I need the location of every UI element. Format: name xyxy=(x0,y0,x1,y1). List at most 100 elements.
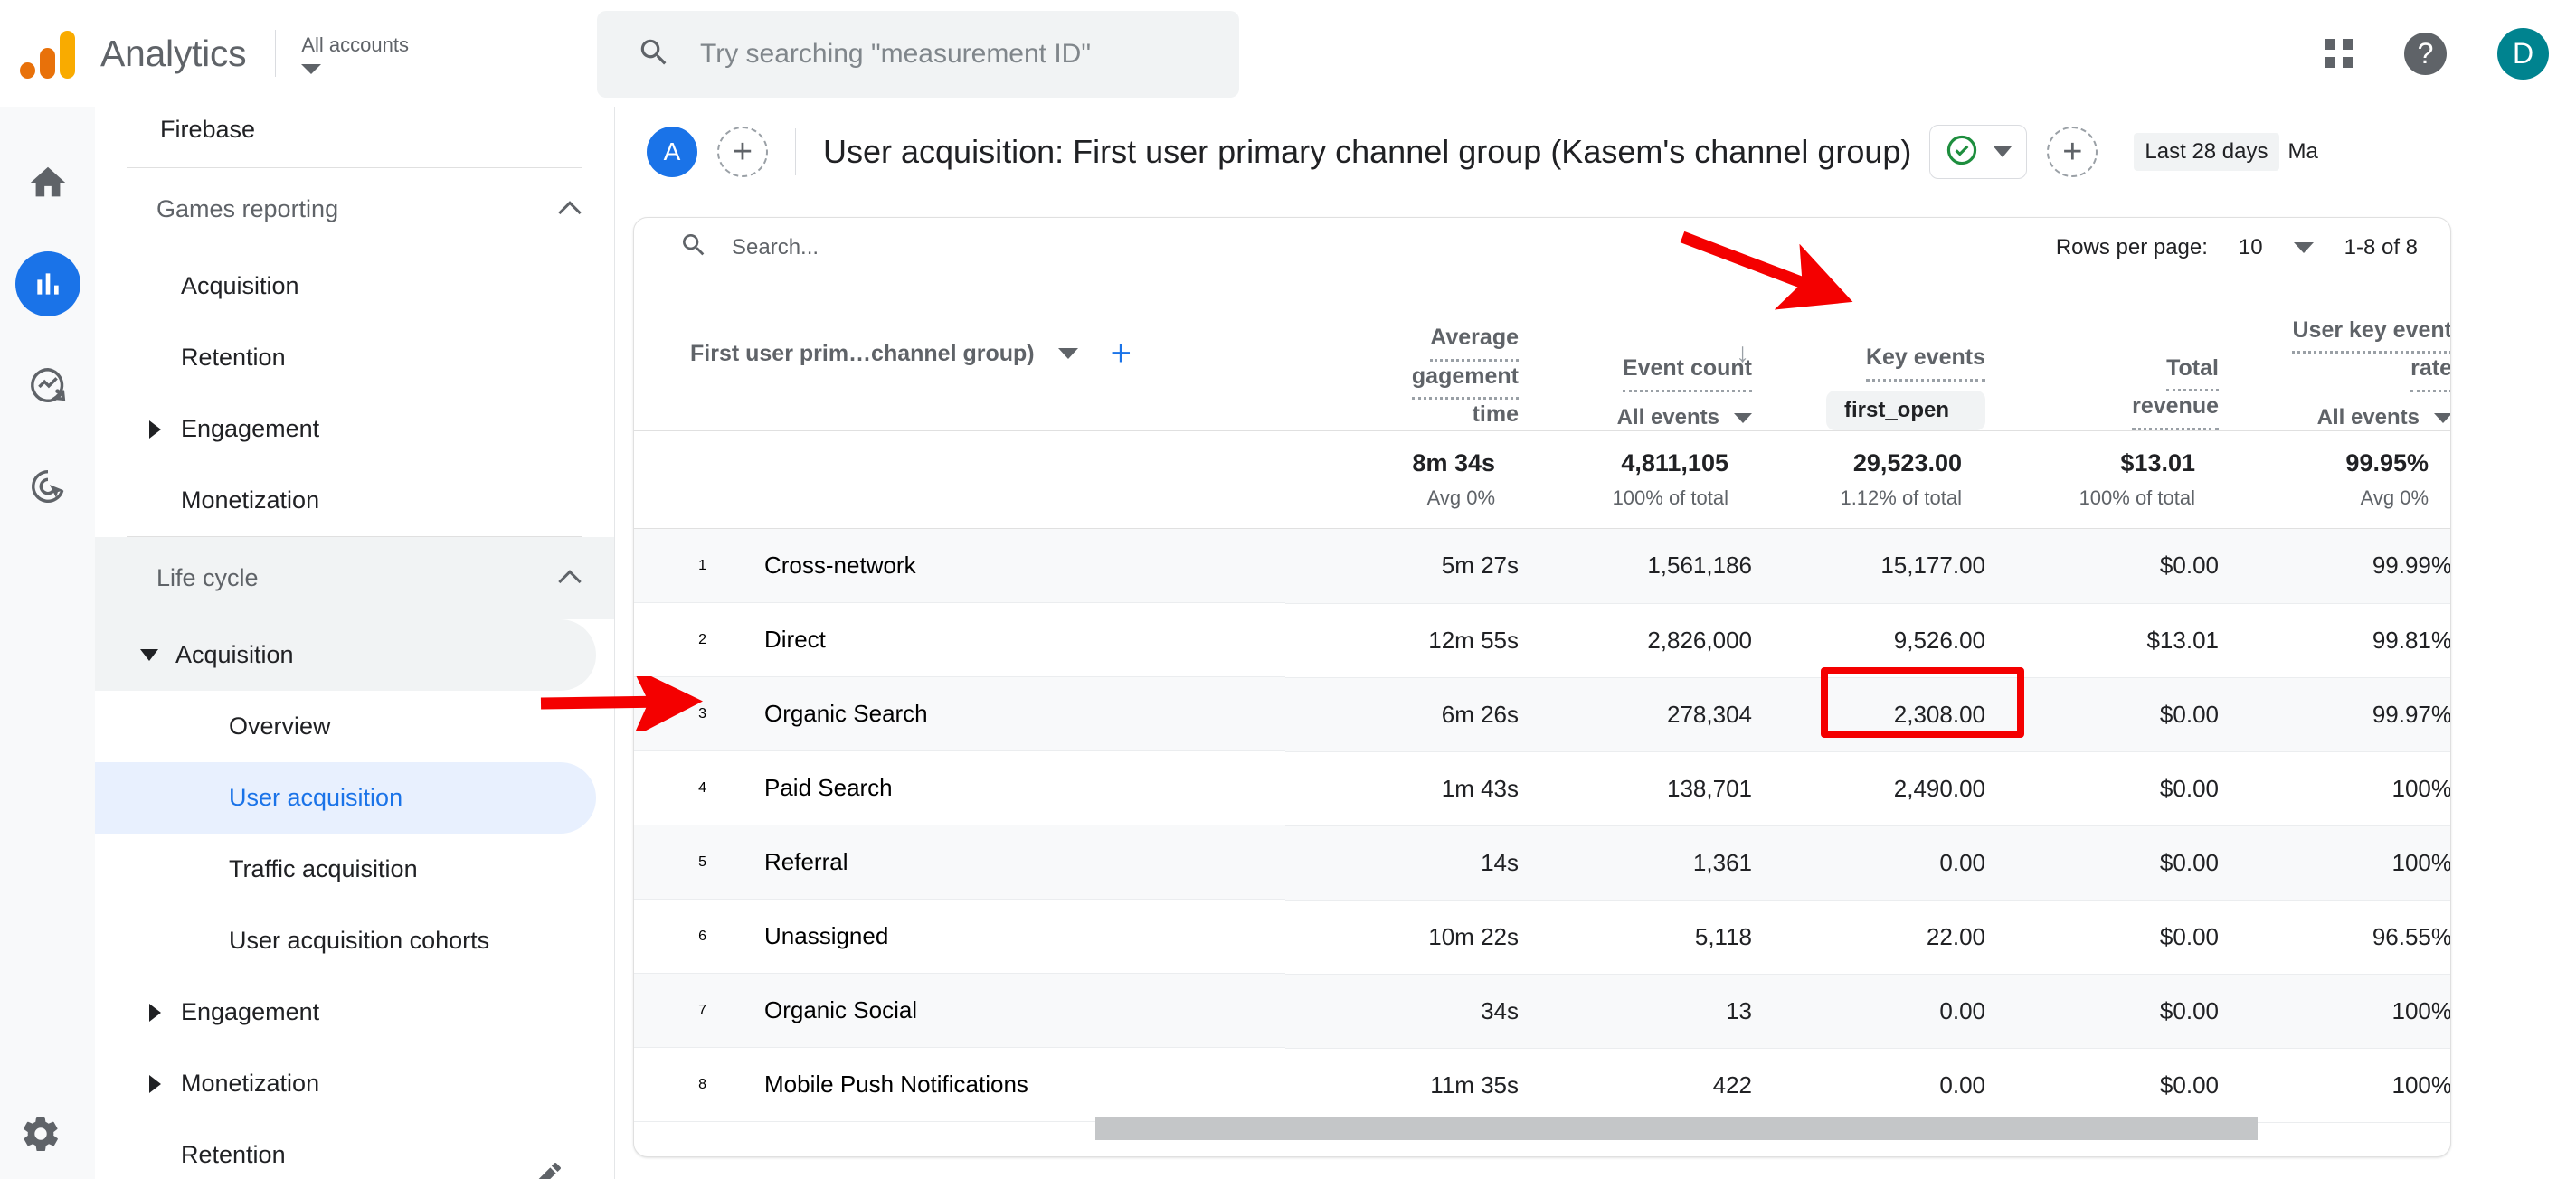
table-row[interactable]: 7 Organic Social 34s 13 0.00 $0.00 100% xyxy=(634,974,2450,1049)
rows-per-page-label: Rows per page: xyxy=(2055,234,2208,259)
cell-avg-engagement-time: 12m 55s xyxy=(1285,603,1519,678)
sidebar-item-user-acquisition-cohorts[interactable]: User acquisition cohorts xyxy=(95,905,596,976)
chevron-down-icon xyxy=(301,63,322,74)
account-selector-label: All accounts xyxy=(301,33,409,56)
row-channel-name[interactable]: Cross-network xyxy=(706,552,916,580)
help-icon[interactable]: ? xyxy=(2404,32,2447,75)
horizontal-scrollbar[interactable] xyxy=(634,1117,2450,1144)
sidebar-item-games-monetization[interactable]: Monetization xyxy=(95,465,596,536)
report-table-card: Search... Rows per page: 10 1-8 of 8 Fir… xyxy=(633,217,2451,1157)
segment-chip-all-users[interactable]: A xyxy=(647,127,697,177)
data-quality-dropdown[interactable] xyxy=(1929,125,2028,179)
account-selector[interactable]: All accounts xyxy=(301,33,473,74)
sidebar-item-games-engagement[interactable]: Engagement xyxy=(95,393,596,465)
sidebar-item-label: Traffic acquisition xyxy=(229,855,418,882)
row-channel-name[interactable]: Unassigned xyxy=(706,922,888,950)
column-header-key-events-label: Key events xyxy=(1865,343,1985,382)
sidebar-item-label: Engagement xyxy=(181,415,320,442)
row-channel-name[interactable]: Referral xyxy=(706,848,848,876)
table-row[interactable]: 2 Direct 12m 55s 2,826,000 9,526.00 $13.… xyxy=(634,603,2450,678)
sidebar-item-overview[interactable]: Overview xyxy=(95,691,596,762)
chevron-down-icon[interactable] xyxy=(1734,412,1752,423)
add-circle-dashed-icon[interactable]: + xyxy=(717,127,768,177)
sidebar-item-label: Engagement xyxy=(181,998,320,1025)
header-divider xyxy=(275,30,277,77)
google-analytics-logo-icon[interactable] xyxy=(20,28,75,79)
row-rank: 2 xyxy=(698,631,706,647)
chevron-down-icon[interactable] xyxy=(2293,241,2314,253)
key-events-filter-chip[interactable]: first_open xyxy=(1825,391,1985,430)
sidebar-item-acquisition[interactable]: Acquisition xyxy=(95,619,596,691)
search-icon xyxy=(637,35,671,74)
add-dimension-icon[interactable]: + xyxy=(1111,335,1132,372)
advertising-icon[interactable] xyxy=(15,454,80,519)
sidebar-group-life-cycle[interactable]: Life cycle xyxy=(95,537,614,619)
horizontal-scrollbar-thumb[interactable] xyxy=(1095,1117,2258,1140)
cell-event-count: 5,118 xyxy=(1519,900,1752,975)
table-search-input[interactable]: Search... xyxy=(679,231,819,264)
row-rank: 8 xyxy=(698,1076,706,1092)
sidebar-item-retention[interactable]: Retention xyxy=(95,1119,596,1179)
global-search-placeholder: Try searching "measurement ID" xyxy=(700,39,1091,69)
home-icon[interactable] xyxy=(15,150,80,215)
sidebar-item-user-acquisition[interactable]: User acquisition xyxy=(95,762,596,834)
column-header-user-key-event-rate[interactable]: User key event rate All events xyxy=(2219,277,2450,431)
row-dimension-cell: 5 Referral xyxy=(634,825,1285,900)
row-channel-name[interactable]: Direct xyxy=(706,626,826,654)
table-row[interactable]: 4 Paid Search 1m 43s 138,701 2,490.00 $0… xyxy=(634,751,2450,826)
settings-gear-icon[interactable] xyxy=(20,1113,62,1159)
add-comparison-icon[interactable]: + xyxy=(2047,127,2098,177)
row-dimension-cell: 8 Mobile Push Notifications xyxy=(634,1048,1285,1122)
column-header-total-revenue[interactable]: Total revenue xyxy=(1985,277,2219,431)
table-body: 8m 34s Avg 0% 4,811,105 100% of total 29… xyxy=(634,430,2450,1123)
row-channel-name[interactable]: Paid Search xyxy=(706,774,893,802)
date-range-chip[interactable]: Last 28 days xyxy=(2134,133,2279,171)
sidebar-item-monetization[interactable]: Monetization xyxy=(95,1048,596,1119)
sidebar-item-engagement[interactable]: Engagement xyxy=(95,976,596,1048)
column-header-event-count[interactable]: Event count All events xyxy=(1519,277,1752,431)
row-channel-name[interactable]: Organic Search xyxy=(706,700,928,728)
dimension-header-label[interactable]: First user prim…channel group) xyxy=(690,341,1035,367)
avatar[interactable]: D xyxy=(2497,27,2549,80)
row-rank: 4 xyxy=(698,779,706,796)
column-header-avg-engagement-time[interactable]: Average gagement time xyxy=(1285,277,1519,431)
sidebar-item-traffic-acquisition[interactable]: Traffic acquisition xyxy=(95,834,596,905)
sidebar-item-label: Acquisition xyxy=(181,272,299,299)
rows-per-page-value[interactable]: 10 xyxy=(2239,235,2263,260)
explore-icon[interactable] xyxy=(15,353,80,418)
totals-value: 8m 34s xyxy=(1412,449,1495,476)
edit-pencil-icon[interactable] xyxy=(529,1158,565,1179)
row-dimension-cell: 7 Organic Social xyxy=(634,974,1285,1048)
table-row[interactable]: 6 Unassigned 10m 22s 5,118 22.00 $0.00 9… xyxy=(634,900,2450,975)
table-row[interactable]: 5 Referral 14s 1,361 0.00 $0.00 100% xyxy=(634,825,2450,901)
cell-user-key-event-rate: 99.81% xyxy=(2219,603,2450,678)
icon-rail xyxy=(0,107,95,1179)
sidebar-item-label: User acquisition cohorts xyxy=(229,927,490,954)
column-header-key-events[interactable]: ↓ Key events first_open xyxy=(1736,277,1985,431)
sidebar-item-label: Overview xyxy=(229,712,331,740)
cell-avg-engagement-time: 14s xyxy=(1285,825,1519,901)
global-search-bar[interactable]: Try searching "measurement ID" xyxy=(597,11,1239,98)
chevron-down-icon[interactable] xyxy=(2434,412,2450,423)
row-channel-name[interactable]: Mobile Push Notifications xyxy=(706,1071,1028,1099)
table-row[interactable]: 8 Mobile Push Notifications 11m 35s 422 … xyxy=(634,1048,2450,1123)
cell-total-revenue: $0.00 xyxy=(1985,751,2219,826)
sidebar-nav: Firebase Games reporting Acquisition Ret… xyxy=(95,107,615,1179)
cell-user-key-event-rate: 96.55% xyxy=(2219,900,2450,975)
row-channel-name[interactable]: Organic Social xyxy=(706,996,917,1024)
sidebar-item-games-retention[interactable]: Retention xyxy=(95,322,596,393)
sidebar-group-games-reporting[interactable]: Games reporting xyxy=(95,168,614,250)
row-rank: 3 xyxy=(698,705,706,722)
row-rank: 5 xyxy=(698,854,706,870)
table-row[interactable]: 3 Organic Search 6m 26s 278,304 2,308.00… xyxy=(634,677,2450,752)
chevron-down-icon[interactable] xyxy=(1057,348,1078,359)
table-row[interactable]: 1 Cross-network 5m 27s 1,561,186 15,177.… xyxy=(634,528,2450,604)
table-toolbar: Search... Rows per page: 10 1-8 of 8 xyxy=(634,218,2450,277)
totals-value: $13.01 xyxy=(2120,449,2195,476)
apps-grid-icon[interactable] xyxy=(2325,39,2353,68)
row-dimension-cell: 3 Organic Search xyxy=(634,677,1285,751)
sidebar-item-firebase[interactable]: Firebase xyxy=(95,107,614,167)
sidebar-item-games-acquisition[interactable]: Acquisition xyxy=(95,250,596,322)
reports-icon[interactable] xyxy=(14,251,80,316)
sidebar-group-label-games: Games reporting xyxy=(156,195,339,222)
